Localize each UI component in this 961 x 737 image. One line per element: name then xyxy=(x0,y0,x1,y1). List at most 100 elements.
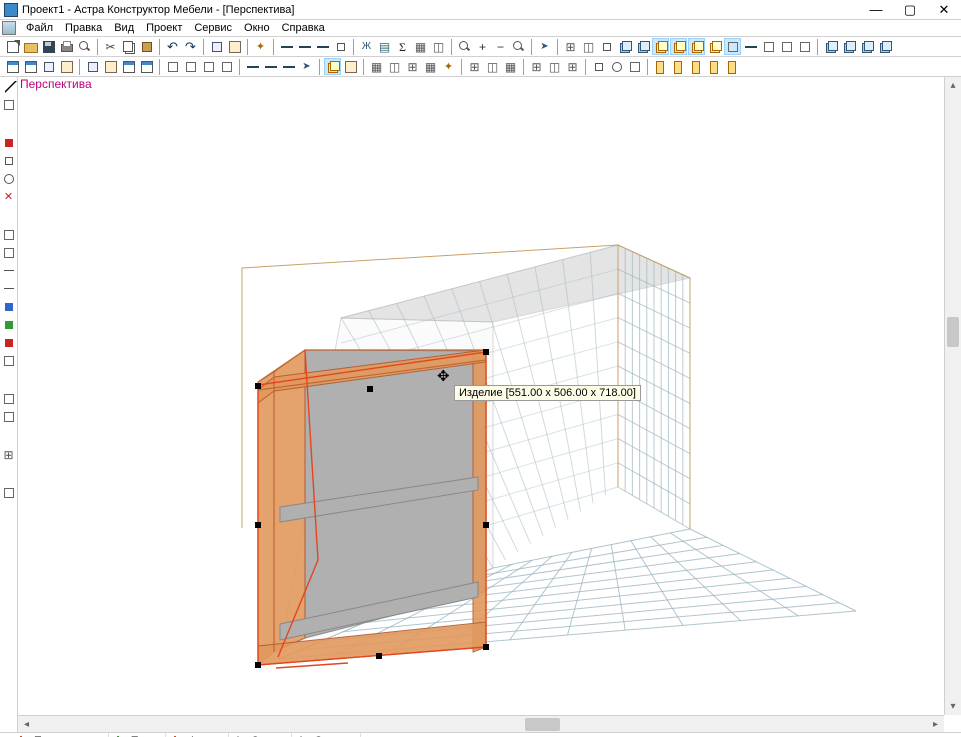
tb-product[interactable] xyxy=(208,38,225,55)
scroll-track[interactable] xyxy=(35,718,927,731)
tb-new[interactable] xyxy=(4,38,21,55)
tb-redo[interactable] xyxy=(182,38,199,55)
tb-cube1[interactable] xyxy=(616,38,633,55)
tb-render2[interactable] xyxy=(670,38,687,55)
menu-window[interactable]: Окно xyxy=(238,20,276,36)
tb2-29[interactable] xyxy=(590,58,607,75)
tb2-21[interactable] xyxy=(422,58,439,75)
tb-meas1[interactable] xyxy=(742,38,759,55)
tab-left[interactable]: Слева xyxy=(229,733,292,737)
canvas[interactable]: Изделие [551.00 x 506.00 x 718.00] xyxy=(18,92,944,715)
tb2-door3[interactable] xyxy=(688,58,705,75)
tb-undo[interactable] xyxy=(164,38,181,55)
tb-view1[interactable] xyxy=(562,38,579,55)
tb-iso1[interactable] xyxy=(822,38,839,55)
tb2-door2[interactable] xyxy=(670,58,687,75)
mdi-icon[interactable] xyxy=(2,21,16,35)
tb2-17[interactable] xyxy=(342,58,359,75)
vt-rect[interactable] xyxy=(1,153,17,169)
tb-view3[interactable] xyxy=(598,38,615,55)
scroll-down-icon[interactable]: ▾ xyxy=(945,698,961,715)
vt-red[interactable] xyxy=(1,135,17,151)
tb2-9[interactable] xyxy=(164,58,181,75)
tb2-27[interactable] xyxy=(546,58,563,75)
menu-view[interactable]: Вид xyxy=(108,20,140,36)
tb-orbit[interactable] xyxy=(536,38,553,55)
tab-front[interactable]: Фронт xyxy=(166,733,229,737)
tb-zoomin[interactable] xyxy=(474,38,491,55)
tb-zoomfit[interactable] xyxy=(510,38,527,55)
tb2-26[interactable] xyxy=(528,58,545,75)
tb-copy[interactable] xyxy=(120,38,137,55)
viewport[interactable]: Перспектива xyxy=(18,77,961,732)
tb-render3[interactable] xyxy=(688,38,705,55)
tb-options[interactable] xyxy=(252,38,269,55)
tb-dim1[interactable] xyxy=(278,38,295,55)
tb2-8[interactable] xyxy=(138,58,155,75)
minimize-button[interactable]: — xyxy=(859,0,893,19)
tb2-10[interactable] xyxy=(182,58,199,75)
tb2-20[interactable] xyxy=(404,58,421,75)
tb2-door4[interactable] xyxy=(706,58,723,75)
horizontal-scrollbar[interactable]: ◂ ▸ xyxy=(18,715,944,732)
tb-panel[interactable] xyxy=(226,38,243,55)
tb2-18[interactable] xyxy=(368,58,385,75)
tb-view2[interactable] xyxy=(580,38,597,55)
tb2-22[interactable] xyxy=(440,58,457,75)
tb-h[interactable] xyxy=(358,38,375,55)
vt-del[interactable] xyxy=(1,189,17,205)
tb-iso4[interactable] xyxy=(876,38,893,55)
tb2-1[interactable] xyxy=(4,58,21,75)
tb-cube2[interactable] xyxy=(634,38,651,55)
maximize-button[interactable]: ▢ xyxy=(893,0,927,19)
scroll-up-icon[interactable]: ▴ xyxy=(945,77,961,94)
tb-render1[interactable] xyxy=(652,38,669,55)
tb2-2[interactable] xyxy=(22,58,39,75)
tb-iso3[interactable] xyxy=(858,38,875,55)
tb-cut[interactable] xyxy=(102,38,119,55)
tb-preview[interactable] xyxy=(76,38,93,55)
vt-circ[interactable] xyxy=(1,171,17,187)
tb2-28[interactable] xyxy=(564,58,581,75)
scroll-thumb[interactable] xyxy=(525,718,560,731)
tb2-24[interactable] xyxy=(484,58,501,75)
tb-snap[interactable] xyxy=(724,38,741,55)
vt-grn[interactable] xyxy=(1,317,17,333)
tb2-5[interactable] xyxy=(84,58,101,75)
tb2-door1[interactable] xyxy=(652,58,669,75)
vt-t5[interactable] xyxy=(1,353,17,369)
vt-blu[interactable] xyxy=(1,299,17,315)
tb-open[interactable] xyxy=(22,38,39,55)
tb-meas2[interactable] xyxy=(760,38,777,55)
tb2-15[interactable] xyxy=(280,58,297,75)
vt-t1[interactable] xyxy=(1,227,17,243)
menu-file[interactable]: Файл xyxy=(20,20,59,36)
scroll-thumb[interactable] xyxy=(947,317,959,347)
vt-t6[interactable] xyxy=(1,391,17,407)
tb-iso2[interactable] xyxy=(840,38,857,55)
vertical-scrollbar[interactable]: ▴ ▾ xyxy=(944,77,961,715)
vt-t9[interactable] xyxy=(1,485,17,501)
menu-edit[interactable]: Правка xyxy=(59,20,108,36)
tab-plan[interactable]: План xyxy=(109,733,167,737)
tb2-19[interactable] xyxy=(386,58,403,75)
tb-layout2[interactable] xyxy=(430,38,447,55)
tb2-4[interactable] xyxy=(58,58,75,75)
tb2-7[interactable] xyxy=(120,58,137,75)
tb-tree[interactable] xyxy=(376,38,393,55)
vt-t8[interactable] xyxy=(1,447,17,463)
tb2-13[interactable] xyxy=(244,58,261,75)
tb-print[interactable] xyxy=(58,38,75,55)
tab-perspective[interactable]: Перспектива xyxy=(12,733,109,737)
vt-pan[interactable] xyxy=(1,97,17,113)
tb2-30[interactable] xyxy=(608,58,625,75)
vt-t3[interactable] xyxy=(1,263,17,279)
vt-t4[interactable] xyxy=(1,281,17,297)
tb-meas3[interactable] xyxy=(778,38,795,55)
tab-right[interactable]: Справа xyxy=(292,733,361,737)
tb2-mode[interactable] xyxy=(324,58,341,75)
tb2-16[interactable] xyxy=(298,58,315,75)
tb-layout1[interactable] xyxy=(412,38,429,55)
vt-select[interactable] xyxy=(1,79,17,95)
tb-zoomwin[interactable] xyxy=(456,38,473,55)
